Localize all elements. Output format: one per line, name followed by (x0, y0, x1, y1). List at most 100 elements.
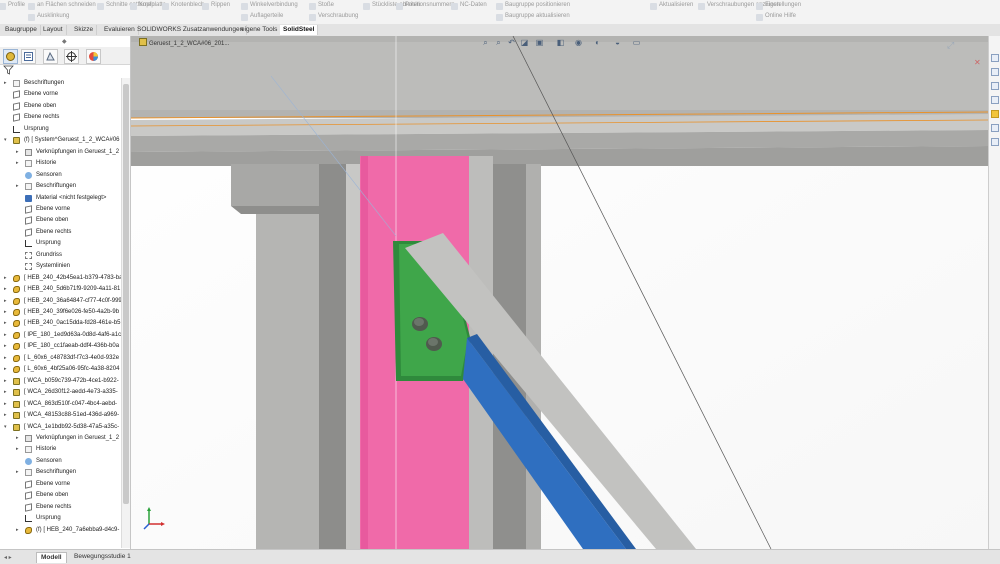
tree-item[interactable]: Ebene vorne (0, 479, 121, 490)
file-explorer-icon[interactable] (991, 82, 999, 90)
appearances-icon[interactable] (991, 110, 999, 118)
ribbon-command-icon[interactable] (241, 3, 248, 10)
panel-collapse-icon[interactable]: ◆ (62, 38, 67, 45)
display-style-icon[interactable]: ◧ (556, 38, 565, 47)
tree-item[interactable]: ▸ Beschriftungen (0, 78, 121, 89)
ribbon-command-icon[interactable] (756, 3, 763, 10)
tab-layout[interactable]: Layout (40, 25, 67, 35)
tree-item[interactable]: Ebene vorne (0, 89, 121, 100)
expand-arrow-icon[interactable]: ▸ (16, 467, 19, 478)
tree-item[interactable]: ▸ Verknüpfungen in Geruest_1_2 (0, 147, 121, 158)
bolt-upper[interactable] (412, 317, 428, 331)
tree-item[interactable]: Sensoren (0, 170, 121, 181)
tree-item[interactable]: ▸ Verknüpfungen in Geruest_1_2 (0, 433, 121, 444)
expand-arrow-icon[interactable]: ▸ (4, 376, 7, 387)
ribbon-command-label[interactable]: Aktualisieren (659, 2, 693, 8)
expand-arrow-icon[interactable]: ▸ (4, 364, 7, 375)
ribbon-command-icon[interactable] (309, 3, 316, 10)
tree-item[interactable]: ▸ [ L_60x6_c48783df-f7c3-4e0d-932e (0, 353, 121, 364)
ribbon-command-icon[interactable] (363, 3, 370, 10)
ribbon-command-label[interactable]: Baugruppe positionieren (505, 2, 570, 8)
bolt-lower[interactable] (426, 337, 442, 351)
tree-item[interactable]: Ebene oben (0, 490, 121, 501)
tree-item[interactable]: Ebene oben (0, 101, 121, 112)
ribbon-command-icon[interactable] (396, 3, 403, 10)
view-palette-icon[interactable] (991, 96, 999, 104)
ribbon-command-icon[interactable] (698, 3, 705, 10)
tree-item[interactable]: Ebene rechts (0, 227, 121, 238)
expand-arrow-icon[interactable]: ▸ (4, 341, 7, 352)
ribbon-command-label[interactable]: Knotenblech (171, 2, 204, 8)
ribbon-command-icon[interactable] (130, 3, 137, 10)
tree-item[interactable]: ▸ Historie (0, 158, 121, 169)
graphics-viewport[interactable]: Geruest_1_2_WCA#06_201... ⌕ ⌕ ↶ ◪ ▣ ◧ ◉ … (131, 36, 988, 549)
feature-manager-tab-icon[interactable] (3, 49, 18, 64)
left-column[interactable] (256, 214, 319, 549)
forum-icon[interactable] (991, 138, 999, 146)
tab-baugruppe[interactable]: Baugruppe (2, 25, 41, 35)
zoom-to-fit-icon[interactable]: ⌕ (481, 38, 490, 47)
ribbon-command-icon[interactable] (0, 3, 6, 10)
tab-skizze[interactable]: Skizze (71, 25, 98, 35)
tab-solidsteel[interactable]: SolidSteel (280, 25, 319, 35)
tree-item[interactable]: Ebene oben (0, 215, 121, 226)
viewport-close-icon[interactable]: ✕ (974, 58, 981, 67)
tree-item[interactable]: ▸ [ WCA_26d30f12-aedd-4e73-a335- (0, 387, 121, 398)
tree-item[interactable]: ▸ [ WCA_b059c739-472b-4ce1-b922- (0, 376, 121, 387)
tree-item[interactable]: ▸ Beschriftungen (0, 181, 121, 192)
bracket-block[interactable] (231, 164, 319, 206)
ribbon-command-icon[interactable] (756, 14, 763, 21)
tree-item[interactable]: ▾ (f) [ System^Geruest_1_2_WCA#06 (0, 135, 121, 146)
tree-item[interactable]: ▸ [ HEB_240_42b45ea1-b379-4783-ba (0, 273, 121, 284)
ribbon-command-label[interactable]: an Flächen schneiden (37, 2, 96, 8)
expand-arrow-icon[interactable]: ▸ (16, 525, 19, 536)
expand-arrow-icon[interactable]: ▸ (4, 318, 7, 329)
ribbon-command-label[interactable]: Winkelverbindung (250, 2, 298, 8)
expand-arrow-icon[interactable]: ▸ (16, 433, 19, 444)
top-beam-web[interactable] (131, 42, 988, 110)
property-manager-tab-icon[interactable] (21, 49, 36, 64)
model-scene[interactable] (131, 36, 988, 549)
tree-item[interactable]: Systemlinien (0, 261, 121, 272)
tree-item[interactable]: Ursprung (0, 513, 121, 524)
tree-item[interactable]: Sensoren (0, 456, 121, 467)
ribbon-command-label[interactable]: Online Hilfe (765, 13, 796, 19)
display-manager-tab-icon[interactable] (86, 49, 101, 64)
tree-item[interactable]: Ebene rechts (0, 502, 121, 513)
expand-arrow-icon[interactable]: ▸ (4, 307, 7, 318)
tree-item[interactable]: Grundriss (0, 250, 121, 261)
ribbon-command-icon[interactable] (202, 3, 209, 10)
expand-arrow-icon[interactable]: ▸ (4, 273, 7, 284)
ribbon-command-label[interactable]: Baugruppe aktualisieren (505, 13, 570, 19)
tree-item[interactable]: ▾ [ WCA_1e1bdb92-5d38-47a5-a35c- (0, 422, 121, 433)
tree-scrollbar[interactable] (121, 78, 130, 548)
view-orientation-icon[interactable]: ▣ (535, 38, 544, 47)
expand-arrow-icon[interactable]: ▸ (4, 410, 7, 421)
left-column-flange[interactable] (319, 164, 346, 549)
expand-arrow-icon[interactable]: ▸ (4, 296, 7, 307)
tree-item[interactable]: Material <nicht festgelegt> (0, 193, 121, 204)
dimxpert-tab-icon[interactable] (64, 49, 79, 64)
section-view-icon[interactable]: ◪ (520, 38, 529, 47)
bracket-block-underside[interactable] (231, 206, 319, 214)
tree-item[interactable]: ▸ [ WCA_48153c88-51ed-436d-a969- (0, 410, 121, 421)
ribbon-command-icon[interactable] (451, 3, 458, 10)
tree-item[interactable]: ▸ [ WCA_863d510f-c047-4bc4-aebd- (0, 399, 121, 410)
ribbon-command-label[interactable]: Ausklinkung (37, 13, 69, 19)
left-column-edge[interactable] (346, 164, 360, 549)
tree-item[interactable]: ▸ [ IPE_180_cc1faeab-ddf4-436b-b0a (0, 341, 121, 352)
ribbon-command-label[interactable]: Positionsnummern (405, 2, 455, 8)
expand-arrow-icon[interactable]: ▸ (4, 78, 7, 89)
ribbon-command-label[interactable]: Stoße (318, 2, 334, 8)
collapse-arrow-icon[interactable]: ▾ (4, 422, 7, 433)
tree-item[interactable]: Ebene vorne (0, 204, 121, 215)
tree-scrollbar-thumb[interactable] (123, 84, 129, 504)
apply-scene-icon[interactable]: ◒ (613, 38, 622, 47)
expand-arrow-icon[interactable]: ▸ (16, 158, 19, 169)
ribbon-command-label[interactable]: Verschraubung (318, 13, 358, 19)
ribbon-command-icon[interactable] (309, 14, 316, 21)
ribbon-command-icon[interactable] (28, 14, 35, 21)
tree-item[interactable]: ▸ [ HEB_240_39f6e026-fe50-4a2b-9b (0, 307, 121, 318)
ribbon-command-icon[interactable] (97, 3, 104, 10)
tree-filter[interactable] (0, 65, 120, 75)
